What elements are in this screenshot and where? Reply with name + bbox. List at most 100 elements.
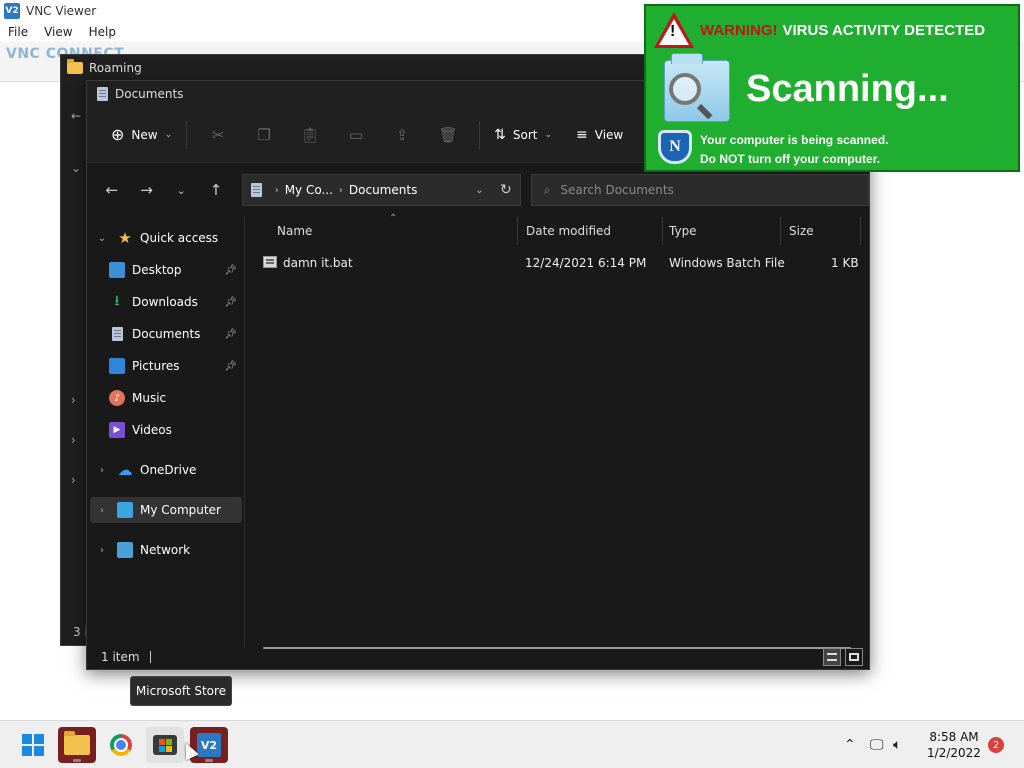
chrome-taskbar-button[interactable] — [102, 727, 140, 763]
chevron-down-icon: ⌄ — [164, 129, 173, 140]
new-button[interactable]: ⊕ New ⌄ — [105, 119, 178, 151]
vnc-viewer-taskbar-button[interactable]: V2 — [190, 727, 228, 763]
shield-icon: N — [658, 130, 692, 164]
chevron-right-icon[interactable]: › — [95, 505, 109, 516]
breadcrumb-documents[interactable]: Documents — [349, 183, 417, 197]
chevron-right-icon[interactable]: › — [71, 433, 76, 447]
search-box[interactable]: ⌕ — [530, 174, 870, 206]
vnc-title: VNC Viewer — [26, 4, 97, 18]
volume-icon[interactable]: 🔈︎ — [893, 721, 901, 768]
view-button[interactable]: ≡ View — [570, 119, 629, 151]
popup-line-2: Do NOT turn off your computer. — [700, 150, 888, 169]
nav-desktop[interactable]: Desktop 📌︎ — [87, 257, 243, 283]
menu-view[interactable]: View — [44, 25, 72, 39]
documents-title: Documents — [115, 87, 184, 101]
warning-text: VIRUS ACTIVITY DETECTED — [782, 21, 986, 39]
chevron-right-icon[interactable]: › — [71, 473, 76, 487]
chevron-up-icon[interactable]: ⌃ — [844, 721, 856, 768]
roaming-title-bar[interactable]: Roaming — [61, 55, 659, 81]
address-bar[interactable]: › My Co... › Documents ⌄ ↻ — [241, 174, 521, 206]
sort-icon: ⇅ — [494, 126, 506, 143]
view-icon: ≡ — [576, 126, 588, 143]
chevron-down-icon[interactable]: ⌄ — [95, 233, 109, 244]
nav-network-label: Network — [140, 543, 191, 557]
sort-button[interactable]: ⇅ Sort ⌄ — [488, 119, 558, 151]
popup-message: Your computer is being scanned. Do NOT t… — [700, 131, 888, 169]
chevron-right-icon: › — [274, 184, 279, 196]
column-header-type[interactable]: Type — [661, 217, 781, 245]
tooltip: Microsoft Store — [130, 676, 232, 706]
taskbar: V2 ⌃ 🖵︎ 🔈︎ 8:58 AM 1/2/2022 2 — [0, 720, 1024, 768]
back-button[interactable]: ← — [97, 175, 127, 205]
file-name-cell[interactable]: damn it.bat — [263, 256, 353, 270]
popup-line-1: Your computer is being scanned. — [700, 133, 889, 147]
nav-pictures-label: Pictures — [132, 359, 180, 373]
nav-onedrive-label: OneDrive — [140, 463, 197, 477]
virus-warning-popup[interactable]: WARNING! VIRUS ACTIVITY DETECTED Scannin… — [644, 4, 1020, 172]
refresh-icon[interactable]: ↻ — [500, 182, 512, 198]
rename-icon[interactable]: ▭ — [340, 119, 372, 151]
pin-icon[interactable]: 📌︎ — [224, 361, 237, 372]
share-icon[interactable]: ⇪ — [386, 119, 418, 151]
delete-icon[interactable]: 🗑︎ — [432, 119, 464, 151]
copy-icon[interactable]: ❐ — [248, 119, 280, 151]
clock-time: 8:58 AM — [929, 730, 979, 744]
nav-my-computer[interactable]: › My Computer — [90, 497, 242, 523]
pin-icon[interactable]: 📌︎ — [224, 329, 237, 340]
paste-icon[interactable]: 📋︎ — [294, 119, 326, 151]
breadcrumb-my-computer[interactable]: My Co... — [285, 183, 333, 197]
start-icon — [22, 734, 44, 756]
nav-network[interactable]: › Network — [87, 537, 243, 563]
column-header-name[interactable]: Name — [269, 217, 519, 245]
documents-icon — [109, 326, 125, 342]
up-button[interactable]: ↑ — [201, 175, 231, 205]
desktop-icon — [109, 262, 125, 278]
toolbar-divider — [479, 120, 481, 149]
chevron-right-icon[interactable]: › — [95, 465, 109, 476]
pin-icon[interactable]: 📌︎ — [224, 265, 237, 276]
nav-music[interactable]: ♪ Music — [87, 385, 243, 411]
menu-help[interactable]: Help — [89, 25, 116, 39]
vnc-viewer-icon: V2 — [197, 733, 221, 757]
nav-downloads[interactable]: ⭳ Downloads 📌︎ — [87, 289, 243, 315]
pin-icon[interactable]: 📌︎ — [224, 297, 237, 308]
chevron-right-icon: › — [338, 184, 343, 196]
nav-quick-access-label: Quick access — [140, 231, 219, 245]
nav-documents[interactable]: Documents 📌︎ — [87, 321, 243, 347]
nav-videos[interactable]: ▶ Videos — [87, 417, 243, 443]
cut-icon[interactable]: ✂ — [202, 119, 234, 151]
column-header-date[interactable]: Date modified — [517, 217, 663, 245]
clock[interactable]: 8:58 AM 1/2/2022 — [922, 729, 986, 761]
forward-button[interactable]: → — [132, 175, 162, 205]
sort-label: Sort — [512, 127, 538, 142]
recent-locations-button[interactable]: ⌄ — [166, 175, 196, 205]
column-type-label: Type — [669, 224, 697, 238]
nav-pictures[interactable]: Pictures 📌︎ — [87, 353, 243, 379]
file-explorer-taskbar-button[interactable] — [58, 727, 96, 763]
view-switcher — [823, 648, 863, 666]
status-divider — [149, 651, 151, 663]
chevron-down-icon[interactable]: ⌄ — [475, 185, 483, 196]
nav-documents-label: Documents — [132, 327, 201, 341]
column-header-size[interactable]: Size — [781, 217, 861, 245]
details-view-button[interactable] — [823, 648, 841, 666]
notification-badge[interactable]: 2 — [988, 737, 1004, 753]
file-date: 12/24/2021 6:14 PM — [525, 256, 647, 270]
item-count: 1 item — [101, 650, 140, 664]
table-row[interactable]: damn it.bat 12/24/2021 6:14 PM Windows B… — [247, 249, 867, 277]
chevron-left-icon[interactable]: ← — [71, 109, 81, 123]
nav-downloads-label: Downloads — [132, 295, 198, 309]
popup-line-2-post: turn off your computer. — [748, 152, 881, 166]
menu-file[interactable]: File — [8, 25, 28, 39]
search-input[interactable] — [560, 183, 841, 197]
roaming-title: Roaming — [89, 61, 142, 75]
navigation-pane: ⌄ ★ Quick access Desktop 📌︎ ⭳ Downloads … — [87, 217, 245, 647]
nav-quick-access[interactable]: ⌄ ★ Quick access — [87, 225, 243, 251]
chevron-down-icon[interactable]: ⌄ — [71, 161, 81, 175]
large-icons-view-button[interactable] — [845, 648, 863, 666]
start-button[interactable] — [14, 727, 52, 763]
network-status-icon[interactable]: 🖵︎ — [870, 721, 884, 768]
chevron-right-icon[interactable]: › — [95, 545, 109, 556]
chevron-right-icon[interactable]: › — [71, 393, 76, 407]
nav-onedrive[interactable]: › ☁ OneDrive — [87, 457, 243, 483]
